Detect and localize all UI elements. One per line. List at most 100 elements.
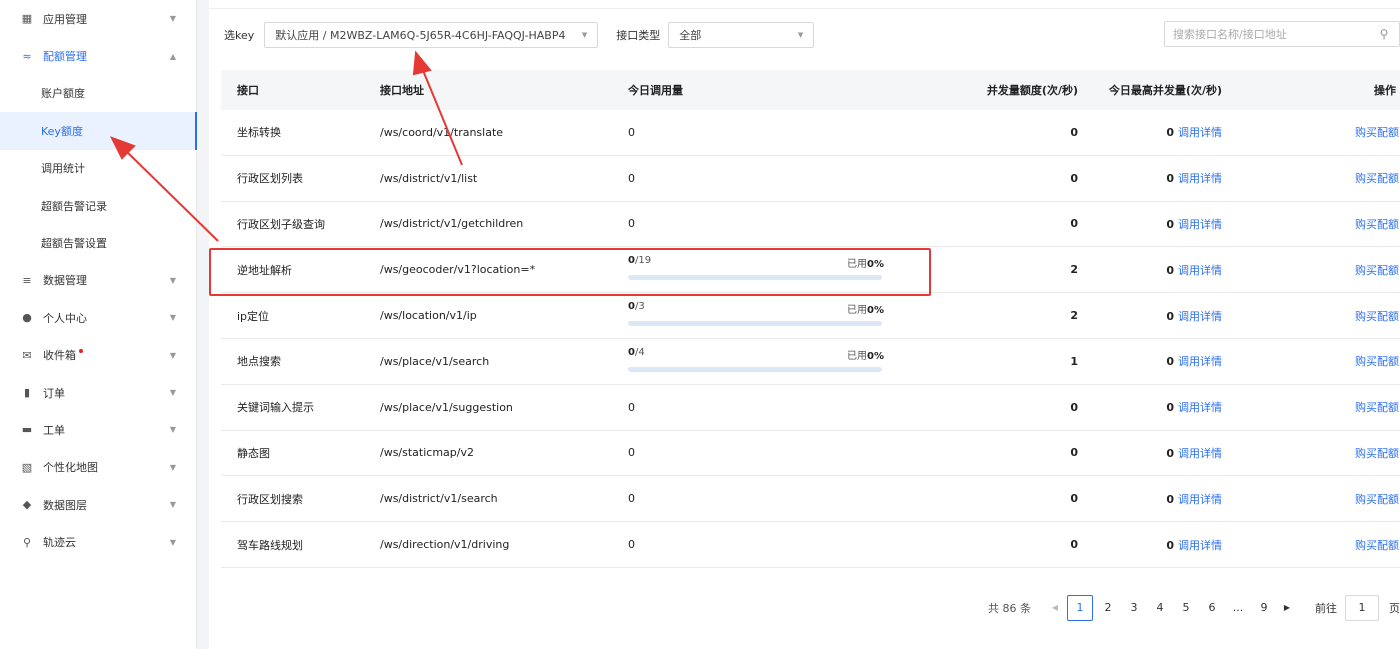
sidebar-item[interactable]: ≈ 配额管理 ▲	[0, 37, 196, 74]
table-row: 行政区划子级查询/ws/district/v1/getchildren 0 0 0 调用…	[221, 202, 1400, 248]
call-detail-link[interactable]: 调用详情	[1178, 218, 1222, 231]
sidebar-subitem[interactable]: 账户额度	[0, 75, 196, 112]
key-label: 选key	[224, 28, 255, 42]
api-path: /ws/district/v1/list	[380, 171, 478, 185]
peak-cell: 0 调用详情	[1078, 445, 1222, 461]
sidebar-item-label: 数据管理	[43, 274, 87, 288]
search-icon[interactable]: ⚲	[1369, 27, 1399, 41]
caret-down-icon: ▼	[797, 30, 804, 39]
pct-value: 0%	[867, 259, 884, 271]
concurrency-quota: 2	[1070, 309, 1078, 323]
api-path: /ws/place/v1/suggestion	[380, 400, 513, 414]
page-button[interactable]: 2	[1095, 601, 1121, 614]
sidebar-item[interactable]: ▧ 个性化地图 ▼	[0, 449, 196, 486]
action-cell: 购买配额	[1222, 308, 1400, 324]
table-row: 驾车路线规划/ws/direction/v1/driving 0 0 0 调用详情 购买配…	[221, 522, 1400, 568]
call-detail-link[interactable]: 调用详情	[1178, 539, 1222, 552]
sidebar-subitem[interactable]: 超额告警设置	[0, 224, 196, 261]
api-path: /ws/staticmap/v2	[380, 446, 474, 460]
buy-quota-link[interactable]: 购买配额	[1355, 401, 1399, 414]
action-cell: 购买配额	[1222, 399, 1400, 415]
sidebar-item[interactable]: ⚲ 轨迹云 ▼	[0, 523, 196, 560]
calls-cell: 0	[628, 446, 635, 460]
table-row: 关键词输入提示/ws/place/v1/suggestion 0 0 0 调用详情 购买配…	[221, 385, 1400, 431]
total-count: /3	[634, 301, 645, 313]
call-detail-link[interactable]: 调用详情	[1178, 401, 1222, 414]
buy-quota-link[interactable]: 购买配额	[1355, 539, 1399, 552]
used-count: 0	[628, 255, 635, 267]
sidebar-item[interactable]: ▮ 订单 ▼	[0, 374, 196, 411]
peak-cell: 0 调用详情	[1078, 124, 1222, 140]
concurrency-quota: 0	[1070, 538, 1078, 552]
sidebar-item[interactable]: ▬ 工单 ▼	[0, 411, 196, 448]
page-button[interactable]: 9	[1251, 601, 1277, 614]
page-button[interactable]: 4	[1147, 601, 1173, 614]
buy-quota-link[interactable]: 购买配额	[1355, 264, 1399, 277]
header-cell: 今日最高并发量(次/秒)	[1108, 84, 1222, 97]
sidebar-item[interactable]: ▦ 应用管理 ▼	[0, 0, 196, 37]
peak-value: 0	[1166, 538, 1174, 552]
peak-cell: 0 调用详情	[1078, 491, 1222, 507]
call-detail-link[interactable]: 调用详情	[1178, 447, 1222, 460]
action-cell: 购买配额	[1222, 491, 1400, 507]
usage-progress: 0/4 已用0%	[628, 347, 884, 372]
header-cell: 并发量额度(次/秒)	[986, 84, 1078, 97]
sidebar-item-label: 账户额度	[41, 87, 85, 101]
buy-quota-link[interactable]: 购买配额	[1355, 447, 1399, 460]
buy-quota-link[interactable]: 购买配额	[1355, 493, 1399, 506]
sidebar-item[interactable]: ≡ 数据管理 ▼	[0, 262, 196, 299]
call-detail-link[interactable]: 调用详情	[1178, 126, 1222, 139]
search-input[interactable]	[1173, 27, 1369, 41]
page-button[interactable]: 3	[1121, 601, 1147, 614]
prev-page-icon[interactable]: ◀	[1045, 603, 1065, 612]
unread-dot	[79, 349, 83, 354]
calls-cell: 0	[628, 217, 635, 231]
sidebar-item-label: 收件箱	[43, 347, 168, 363]
action-cell: 购买配额	[1222, 216, 1400, 232]
sidebar: ▦ 应用管理 ▼ ≈ 配额管理 ▲ 账户额度 Key额度 调用统计 超额告警记录 超额告警设置 ≡ 数据…	[0, 0, 197, 649]
calls-cell: 0	[628, 171, 635, 185]
sidebar-subitem[interactable]: Key额度	[0, 112, 197, 150]
table-row: 地点搜索/ws/place/v1/search 0/4 已用0% 1 0 调用详情 购买配额	[221, 339, 1400, 385]
page-button[interactable]: ...	[1225, 601, 1251, 614]
sidebar-item[interactable]: ◆ 数据图层 ▼	[0, 486, 196, 523]
call-detail-link[interactable]: 调用详情	[1178, 355, 1222, 368]
peak-value: 0	[1166, 309, 1174, 323]
action-cell: 购买配额	[1222, 170, 1400, 186]
call-detail-link[interactable]: 调用详情	[1178, 172, 1222, 185]
type-select[interactable]: 全部 ▼	[668, 21, 815, 48]
action-cell: 购买配额	[1222, 537, 1400, 553]
next-page-icon[interactable]: ▶	[1277, 603, 1297, 612]
buy-quota-link[interactable]: 购买配额	[1355, 172, 1399, 185]
progress-bar	[628, 366, 882, 372]
sidebar-item[interactable]: ✉ 收件箱 ▼	[0, 337, 196, 374]
page-button[interactable]: 5	[1173, 601, 1199, 614]
header-cell: 接口地址	[380, 84, 424, 97]
sidebar-item[interactable]: ● 个人中心 ▼	[0, 299, 196, 336]
page-button[interactable]: 1	[1067, 594, 1093, 621]
peak-value: 0	[1166, 126, 1174, 140]
api-name: 驾车路线规划	[237, 538, 303, 552]
goto-input[interactable]: 1	[1345, 594, 1379, 621]
buy-quota-link[interactable]: 购买配额	[1355, 355, 1399, 368]
sidebar-item-label: 工单	[43, 423, 65, 437]
pagination: 共 86 条 ◀ 1 2 3 4 5 6... 9 ▶ 前往 1 页	[988, 594, 1400, 621]
action-cell: 购买配额	[1222, 262, 1400, 278]
call-detail-link[interactable]: 调用详情	[1178, 493, 1222, 506]
table-row: 行政区划搜索/ws/district/v1/search 0 0 0 调用详情 购买配额	[221, 476, 1400, 523]
goto-label: 前往	[1315, 601, 1337, 615]
call-detail-link[interactable]: 调用详情	[1178, 264, 1222, 277]
chevron-down-icon: ▼	[169, 462, 177, 472]
key-select[interactable]: 默认应用 / M2WBZ-LAM6Q-5J65R-4C6HJ-FAQQJ-HAB…	[264, 21, 599, 48]
buy-quota-link[interactable]: 购买配额	[1355, 218, 1399, 231]
usage-progress: 0/19 已用0%	[628, 255, 884, 281]
buy-quota-link[interactable]: 购买配额	[1355, 310, 1399, 323]
call-detail-link[interactable]: 调用详情	[1178, 310, 1222, 323]
buy-quota-link[interactable]: 购买配额	[1355, 126, 1399, 139]
sidebar-subitem[interactable]: 超额告警记录	[0, 187, 196, 224]
sidebar-subitem[interactable]: 调用统计	[0, 150, 196, 187]
total-count: 共 86 条	[988, 601, 1031, 615]
page-button[interactable]: 6	[1199, 601, 1225, 614]
api-path: /ws/direction/v1/driving	[380, 538, 510, 552]
sidebar-item-label: 订单	[43, 386, 65, 400]
